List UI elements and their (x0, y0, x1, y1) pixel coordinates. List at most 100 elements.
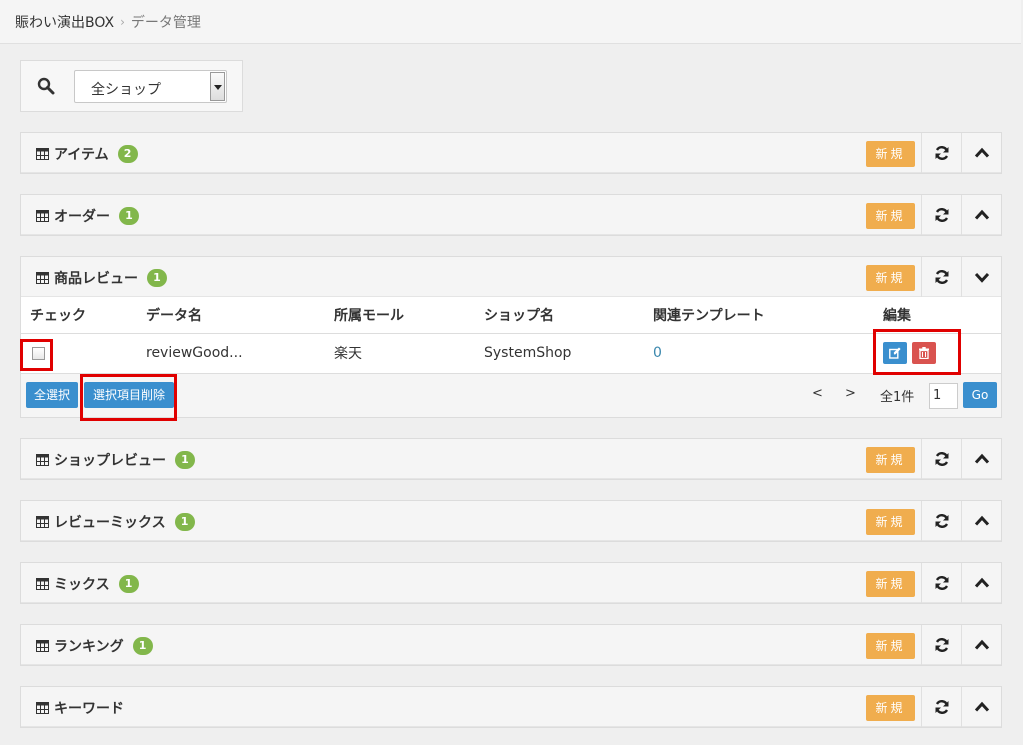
panel-footer: 全選択 選択項目削除 < > 全1件 1 Go (21, 373, 1001, 417)
panel-header: ショップレビュー 1 新規 (21, 439, 1001, 479)
column-header-mall: 所属モール (334, 297, 484, 334)
collapse-button[interactable] (961, 625, 1001, 665)
column-header-templates: 関連テンプレート (653, 297, 878, 334)
delete-selected-button[interactable]: 選択項目削除 (84, 382, 174, 408)
expand-button[interactable] (961, 257, 1001, 297)
delete-button[interactable] (912, 342, 936, 365)
column-header-shop: ショップ名 (484, 297, 653, 334)
collapse-button[interactable] (961, 501, 1001, 541)
next-page-link[interactable]: > (845, 386, 856, 401)
panel-header: ミックス 1 新規 (21, 563, 1001, 603)
chevron-up-icon (974, 577, 990, 588)
refresh-icon (935, 576, 949, 590)
new-button[interactable]: 新規 (866, 203, 915, 229)
page-number-input[interactable]: 1 (929, 383, 958, 409)
panel-title-label: オーダー (54, 209, 110, 225)
panel-title: レビューミックス 1 (36, 512, 195, 532)
new-button[interactable]: 新規 (866, 633, 915, 659)
count-badge: 2 (117, 145, 138, 163)
refresh-button[interactable] (921, 439, 961, 479)
refresh-button[interactable] (921, 501, 961, 541)
panel-header: レビューミックス 1 新規 (21, 501, 1001, 541)
table-icon (36, 272, 49, 284)
table-icon (36, 640, 49, 652)
panel-header: 商品レビュー 1 新規 (21, 257, 1001, 297)
panel-title: キーワード (36, 698, 124, 718)
panel-title-label: 商品レビュー (54, 271, 138, 287)
refresh-icon (935, 270, 949, 284)
shop-filter: 全ショップ (20, 60, 243, 112)
new-button[interactable]: 新規 (866, 509, 915, 535)
panel-title: オーダー 1 (36, 206, 139, 226)
cell-template-count-link[interactable]: 0 (653, 333, 878, 373)
count-badge: 1 (174, 513, 195, 531)
table-icon (36, 148, 49, 160)
refresh-button[interactable] (921, 257, 961, 297)
column-header-check: チェック (21, 297, 146, 334)
select-all-button[interactable]: 全選択 (26, 382, 78, 408)
go-button[interactable]: Go (963, 382, 997, 408)
chevron-down-icon (974, 272, 990, 283)
chevron-up-icon (974, 701, 990, 712)
chevron-up-icon (974, 639, 990, 650)
refresh-icon (935, 638, 949, 652)
count-badge: 1 (118, 575, 139, 593)
refresh-button[interactable] (921, 133, 961, 173)
new-button[interactable]: 新規 (866, 447, 915, 473)
breadcrumb-current: データ管理 (130, 15, 201, 31)
count-badge: 1 (119, 207, 139, 225)
collapse-button[interactable] (961, 195, 1001, 235)
refresh-button[interactable] (921, 625, 961, 665)
collapse-button[interactable] (961, 563, 1001, 603)
panel-review-mix: レビューミックス 1 新規 (20, 500, 1002, 542)
refresh-icon (935, 514, 949, 528)
panel-title-label: キーワード (54, 701, 124, 717)
chevron-up-icon (974, 453, 990, 464)
panel-title: ショップレビュー 1 (36, 450, 195, 470)
new-button[interactable]: 新規 (866, 695, 915, 721)
row-checkbox[interactable] (32, 346, 45, 360)
search-icon[interactable] (37, 77, 55, 95)
panel-title-label: ショップレビュー (54, 453, 166, 469)
table-icon (36, 516, 49, 528)
refresh-icon (935, 208, 949, 222)
refresh-button[interactable] (921, 687, 961, 727)
edit-button[interactable] (883, 342, 907, 365)
collapse-button[interactable] (961, 687, 1001, 727)
cell-mall: 楽天 (334, 346, 362, 363)
panel-header: ランキング 1 新規 (21, 625, 1001, 665)
table-icon (36, 454, 49, 466)
collapse-button[interactable] (961, 133, 1001, 173)
panel-shop-review: ショップレビュー 1 新規 (20, 438, 1002, 480)
panel-product-review: 商品レビュー 1 新規 チェック データ名 所属モール ショップ名 関連テンプレ… (20, 256, 1002, 418)
panel-title: アイテム 2 (36, 144, 138, 164)
column-header-name: データ名 (146, 297, 334, 334)
prev-page-link[interactable]: < (812, 386, 823, 401)
chevron-up-icon (974, 209, 990, 220)
table-icon (36, 578, 49, 590)
chevron-up-icon (974, 147, 990, 158)
column-header-edit: 編集 (878, 297, 1001, 334)
shop-select-value: 全ショップ (91, 82, 161, 98)
breadcrumb-home-link[interactable]: 賑わい演出BOX (15, 12, 114, 32)
panel-title-label: レビューミックス (54, 515, 166, 531)
breadcrumb-bar: 賑わい演出BOX › データ管理 (0, 0, 1021, 44)
panel-header: オーダー 1 新規 (21, 195, 1001, 235)
shop-select[interactable]: 全ショップ (74, 70, 227, 103)
new-button[interactable]: 新規 (866, 571, 915, 597)
refresh-button[interactable] (921, 195, 961, 235)
collapse-button[interactable] (961, 439, 1001, 479)
count-badge: 1 (147, 269, 167, 287)
panel-keyword: キーワード 新規 (20, 686, 1002, 728)
count-badge: 1 (132, 637, 153, 655)
refresh-button[interactable] (921, 563, 961, 603)
new-button[interactable]: 新規 (866, 141, 915, 167)
panel-ranking: ランキング 1 新規 (20, 624, 1002, 666)
cell-shop: SystemShop (484, 345, 572, 362)
breadcrumb: 賑わい演出BOX › データ管理 (15, 12, 201, 32)
chevron-down-icon[interactable] (210, 72, 225, 101)
table-header-row: チェック データ名 所属モール ショップ名 関連テンプレート 編集 (21, 297, 1001, 334)
count-badge: 1 (175, 451, 195, 469)
table-row: reviewGood... 楽天 SystemShop 0 (21, 333, 1001, 373)
new-button[interactable]: 新規 (866, 265, 915, 291)
